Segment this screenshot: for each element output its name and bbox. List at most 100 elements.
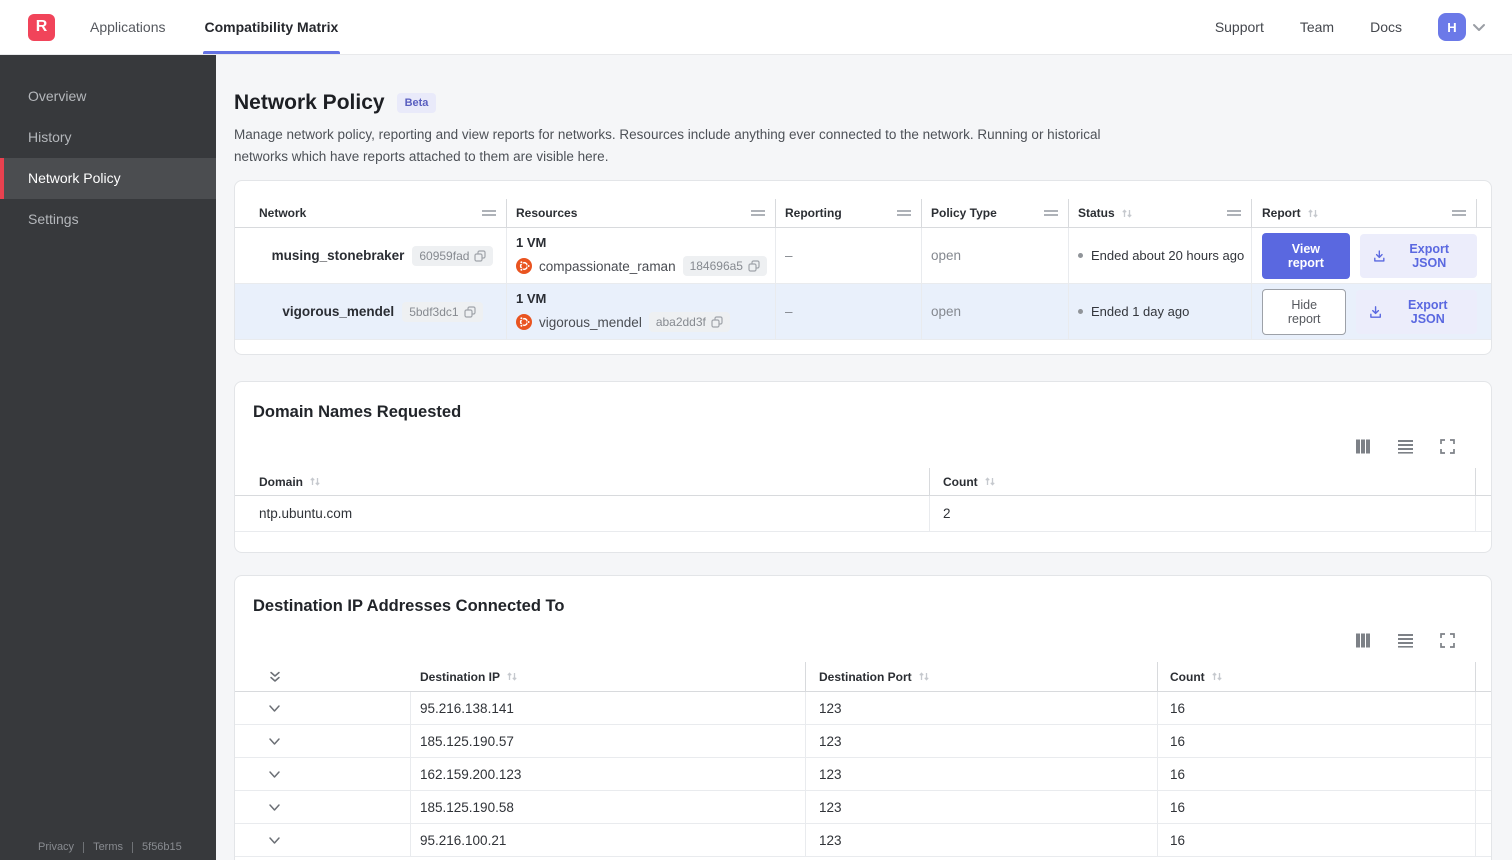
column-header-count[interactable]: Count [1158,662,1476,692]
fullscreen-icon[interactable] [1438,437,1457,456]
double-chevron-down-icon [270,671,280,682]
download-icon [1373,250,1385,262]
destination-ip-value: 95.216.138.141 [411,692,806,725]
chevron-down-icon [269,803,280,811]
destination-ip-value: 95.216.100.21 [411,824,806,857]
copy-icon[interactable] [474,250,487,262]
avatar[interactable]: H [1438,13,1466,41]
chevron-down-icon [1473,23,1485,31]
sort-icon [1211,672,1222,681]
terms-link[interactable]: Terms [93,841,123,853]
network-row-musing-stonebraker[interactable]: musing_stonebraker 60959fad 1 VM compass… [235,228,1491,285]
row-density-icon[interactable] [1395,631,1416,650]
tab-compatibility-matrix[interactable]: Compatibility Matrix [202,0,341,54]
export-json-button[interactable]: Export JSON [1359,233,1477,278]
column-header-status[interactable]: Status [1069,199,1252,228]
sidebar-item-network-policy[interactable]: Network Policy [0,158,216,199]
status-dot-icon [1078,253,1083,259]
column-header-count[interactable]: Count [930,468,1476,496]
network-name: vigorous_mendel [282,304,395,320]
count-value: 16 [1158,758,1476,791]
status-text: Ended about 20 hours ago [1091,248,1245,264]
ubuntu-icon [516,258,532,275]
destination-row[interactable]: 95.216.100.21 123 16 [235,824,1491,858]
drag-handle-icon[interactable] [482,210,496,217]
sort-icon [310,477,320,486]
sidebar-item-overview[interactable]: Overview [0,76,216,117]
columns-icon[interactable] [1353,437,1373,456]
count-value: 2 [930,496,1476,532]
expand-row-button[interactable] [266,834,283,847]
destination-card-title: Destination IP Addresses Connected To [253,597,565,616]
policy-type-value: open [931,248,962,264]
app-logo[interactable]: R [28,13,55,41]
domain-table-header: Domain Count [235,468,1491,497]
domain-row[interactable]: ntp.ubuntu.com 2 [235,496,1491,533]
expand-row-button[interactable] [266,801,283,814]
drag-handle-icon[interactable] [751,210,765,217]
destination-port-value: 123 [806,725,1158,758]
drag-handle-icon[interactable] [897,210,911,217]
drag-handle-icon[interactable] [1227,210,1241,217]
destination-row[interactable]: 185.125.190.58 123 16 [235,791,1491,825]
destination-row[interactable]: 95.216.138.141 123 16 [235,692,1491,726]
column-header-report[interactable]: Report [1252,199,1477,228]
network-row-vigorous-mendel[interactable]: vigorous_mendel 5bdf3dc1 1 VM vigorous_m… [235,284,1491,341]
destination-row[interactable]: 162.159.200.123 123 16 [235,758,1491,792]
copy-icon[interactable] [748,260,760,272]
expand-row-button[interactable] [266,768,283,781]
network-table-card: Network Resources Reporting Policy Type … [234,180,1492,356]
resource-link[interactable]: compassionate_raman [539,259,676,274]
sidebar-item-history[interactable]: History [0,117,216,158]
column-header-domain[interactable]: Domain [235,468,930,496]
row-density-icon[interactable] [1395,437,1416,456]
column-header-network[interactable]: Network [235,199,507,228]
support-link[interactable]: Support [1215,19,1264,35]
chevron-down-icon [269,770,280,778]
download-icon [1370,305,1382,318]
drag-handle-icon[interactable] [1044,210,1058,217]
destination-ip-value: 162.159.200.123 [411,758,806,791]
ubuntu-icon [516,314,532,331]
expand-row-button[interactable] [266,702,283,715]
beta-badge: Beta [396,93,437,113]
count-value: 16 [1158,692,1476,725]
count-value: 16 [1158,725,1476,758]
network-name: musing_stonebraker [271,248,405,264]
destination-port-value: 123 [806,791,1158,824]
column-header-policy-type[interactable]: Policy Type [922,199,1069,228]
expand-all-button[interactable] [266,668,284,686]
team-link[interactable]: Team [1300,19,1334,35]
fullscreen-icon[interactable] [1438,631,1457,650]
footer-divider [83,841,85,853]
reporting-value: – [785,304,793,320]
docs-link[interactable]: Docs [1370,19,1402,35]
hide-report-button[interactable]: Hide report [1262,288,1347,335]
vm-summary: 1 VM [516,235,547,251]
page-title: Network Policy [234,91,385,114]
column-header-destination-port[interactable]: Destination Port [806,662,1158,692]
tab-applications[interactable]: Applications [88,0,168,54]
copy-icon[interactable] [463,306,476,318]
sidebar-item-settings[interactable]: Settings [0,199,216,240]
column-header-resources[interactable]: Resources [507,199,776,228]
user-menu-button[interactable] [1472,23,1486,32]
destination-port-value: 123 [806,824,1158,857]
destination-ip-card: Destination IP Addresses Connected To De… [234,575,1492,860]
columns-icon[interactable] [1353,631,1373,650]
count-value: 16 [1158,791,1476,824]
column-header-destination-ip[interactable]: Destination IP [411,662,806,692]
copy-icon[interactable] [711,316,723,328]
resource-link[interactable]: vigorous_mendel [539,315,642,330]
view-report-button[interactable]: View report [1262,232,1350,279]
domain-names-card: Domain Names Requested Domain Count ntp.… [234,381,1492,554]
resource-id-badge: aba2dd3f [648,312,730,333]
privacy-link[interactable]: Privacy [38,841,74,853]
count-value: 16 [1158,824,1476,857]
chevron-down-icon [269,704,280,712]
column-header-reporting[interactable]: Reporting [776,199,922,228]
drag-handle-icon[interactable] [1452,210,1466,217]
destination-row[interactable]: 185.125.190.57 123 16 [235,725,1491,759]
expand-row-button[interactable] [266,735,283,748]
export-json-button[interactable]: Export JSON [1356,289,1477,334]
